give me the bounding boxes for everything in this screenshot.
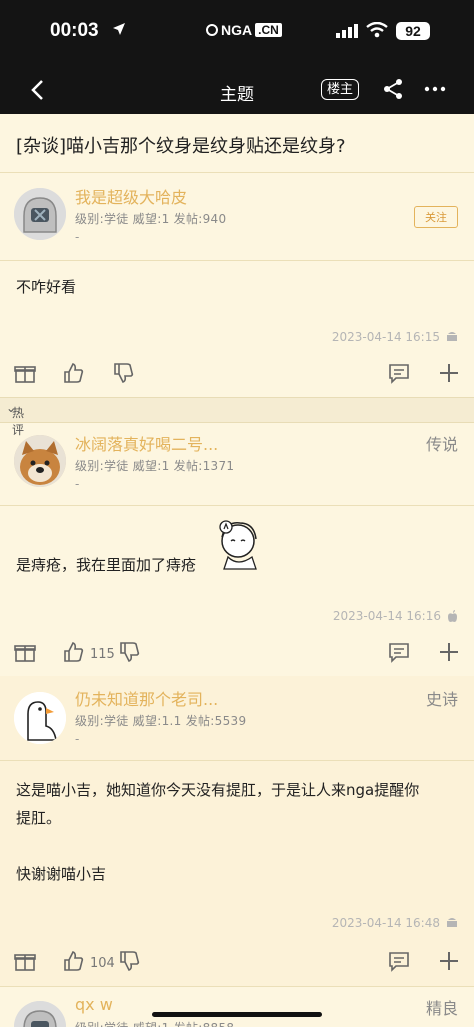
username[interactable]: 冰阔落真好喝二号... <box>75 431 218 455</box>
status-time: 00:03 <box>50 20 99 41</box>
reply-post: qx w 精良 级别:学徒 威望:1 发帖:8858 <box>0 986 474 1027</box>
location-arrow-icon <box>113 23 125 35</box>
plus-icon[interactable] <box>438 950 460 972</box>
post-actions <box>0 362 474 392</box>
default-avatar-icon <box>14 188 66 240</box>
anime-sticker-icon <box>219 520 257 570</box>
top-bar: 00:03 NGA .CN 92 主题 楼主 <box>0 0 474 114</box>
post-time: 2023-04-14 16:16 <box>332 609 441 623</box>
user-rank: 精良 <box>425 999 458 1018</box>
username[interactable]: 我是超级大哈皮 <box>75 184 187 208</box>
android-icon <box>447 918 457 927</box>
post-time-row: 2023-04-14 16:48 <box>332 916 458 930</box>
avatar[interactable] <box>14 188 66 240</box>
plus-icon[interactable] <box>438 362 460 384</box>
user-signature: - <box>75 732 80 746</box>
thumbs-down-icon[interactable] <box>118 641 140 663</box>
logo-text: NGA <box>221 22 253 38</box>
nav-bar: 主题 楼主 <box>0 70 474 110</box>
username[interactable]: qx w <box>75 995 113 1014</box>
android-icon <box>447 332 457 341</box>
user-signature: - <box>75 230 80 244</box>
status-bar: 00:03 NGA .CN 92 <box>0 18 474 46</box>
thumbs-down-icon[interactable] <box>112 362 134 384</box>
topic-title-bar: [杂谈]喵小吉那个纹身是纹身贴还是纹身? <box>0 114 474 173</box>
avatar[interactable] <box>14 692 66 744</box>
divider <box>0 260 474 261</box>
like-count: 115 <box>90 647 115 662</box>
post-time: 2023-04-14 16:15 <box>331 330 440 344</box>
hot-comments-label: ⌄ 热评 <box>6 401 25 437</box>
gift-icon[interactable] <box>14 641 36 663</box>
user-rank: 史诗 <box>425 690 458 709</box>
follow-button[interactable]: 关注 <box>414 206 458 228</box>
thumbs-up-icon[interactable] <box>62 362 84 384</box>
logo-cn: .CN <box>255 23 282 37</box>
avatar[interactable] <box>14 435 66 487</box>
share-icon[interactable] <box>382 78 404 100</box>
username[interactable]: 仍未知道那个老司... <box>75 686 218 710</box>
home-indicator[interactable] <box>152 1012 322 1017</box>
goose-avatar-icon <box>14 692 66 744</box>
user-meta: 级别:学徒 威望:1.1 发帖:5539 <box>75 714 247 728</box>
divider <box>0 505 474 506</box>
nga-logo: NGA .CN <box>206 22 282 38</box>
plus-icon[interactable] <box>438 641 460 663</box>
dog-avatar-icon <box>14 435 66 487</box>
post-text-line: 快谢谢喵小吉 <box>16 865 107 883</box>
nga-logo-icon <box>206 24 218 36</box>
post-text: 是痔疮，我在里面加了痔疮 <box>16 556 197 574</box>
gift-icon[interactable] <box>14 950 36 972</box>
comment-icon[interactable] <box>388 362 410 384</box>
comment-icon[interactable] <box>388 641 410 663</box>
like-count: 104 <box>90 956 115 971</box>
comment-icon[interactable] <box>388 950 410 972</box>
post-text-line: 提肛。 <box>16 809 62 827</box>
user-meta: 级别:学徒 威望:1 发帖:940 <box>75 212 227 226</box>
avatar[interactable] <box>14 1001 66 1027</box>
divider <box>0 760 474 761</box>
thumbs-down-icon[interactable] <box>118 950 140 972</box>
op-post: 我是超级大哈皮 级别:学徒 威望:1 发帖:940 - 关注 不咋好看 2023… <box>0 172 474 398</box>
post-time-row: 2023-04-14 16:15 <box>332 330 458 344</box>
battery-indicator: 92 <box>396 22 430 40</box>
reply-post: 仍未知道那个老司... 史诗 级别:学徒 威望:1.1 发帖:5539 - 这是… <box>0 676 474 986</box>
signal-icon <box>336 24 358 38</box>
user-meta: 级别:学徒 威望:1 发帖:1371 <box>75 459 235 473</box>
wifi-icon <box>366 22 388 38</box>
post-text-line: 这是喵小吉，她知道你今天没有提肛，于是让人来nga提醒你 <box>16 781 420 799</box>
apple-icon <box>448 609 457 622</box>
post-time-row: 2023-04-14 16:16 <box>333 609 458 623</box>
post-time: 2023-04-14 16:48 <box>331 916 440 930</box>
gift-icon[interactable] <box>14 362 36 384</box>
hot-comments-header[interactable]: ⌄ 热评 <box>0 397 474 437</box>
user-signature: - <box>75 477 80 491</box>
post-content: 这是喵小吉，她知道你今天没有提肛，于是让人来nga提醒你 提肛。 快谢谢喵小吉 <box>16 776 461 888</box>
thumbs-up-icon[interactable] <box>62 950 84 972</box>
post-content: 不咋好看 <box>16 278 77 296</box>
topic-title: [杂谈]喵小吉那个纹身是纹身贴还是纹身? <box>16 136 346 157</box>
default-avatar-icon <box>14 1001 66 1027</box>
thumbs-up-icon[interactable] <box>62 641 84 663</box>
reply-post: 冰阔落真好喝二号... 传说 级别:学徒 威望:1 发帖:1371 - 是痔疮，… <box>0 421 474 676</box>
post-actions: 104 <box>0 950 474 980</box>
user-rank: 传说 <box>425 435 458 454</box>
post-actions: 115 <box>0 641 474 671</box>
more-icon[interactable] <box>424 78 446 100</box>
louzhu-button[interactable]: 楼主 <box>321 79 360 100</box>
